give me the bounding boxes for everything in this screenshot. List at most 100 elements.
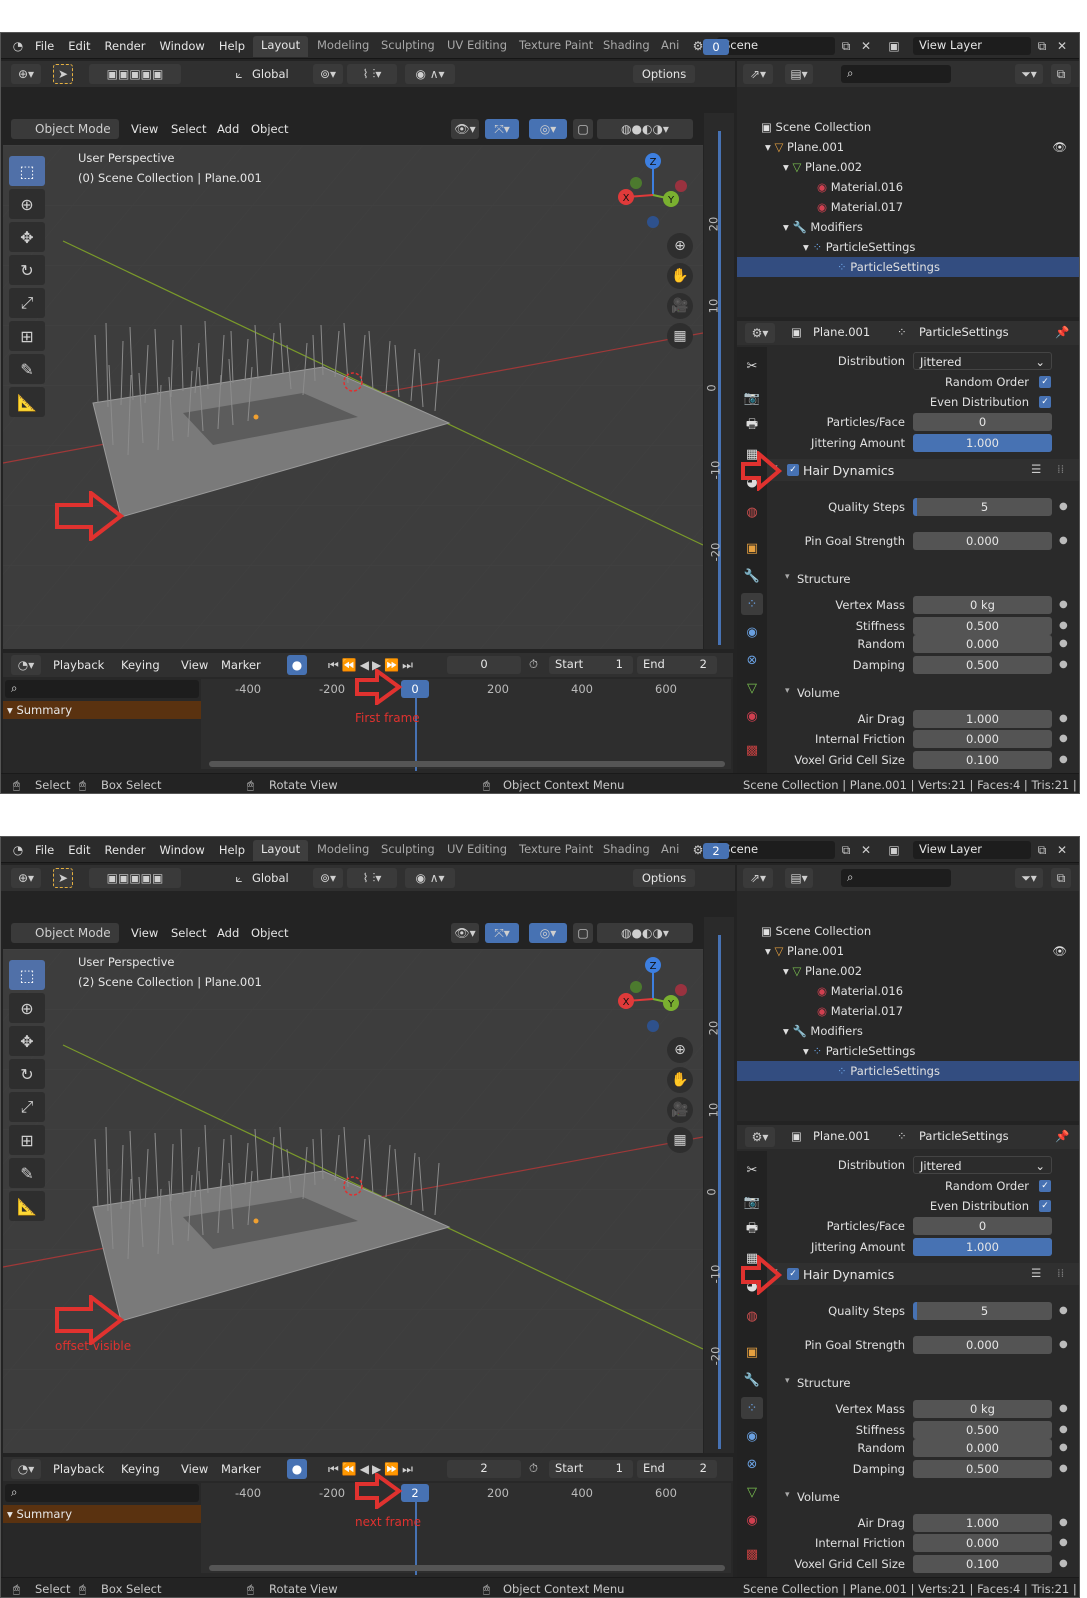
pivot-icon[interactable]: ⊚▾ (313, 868, 343, 888)
keying-menu[interactable]: Keying (121, 1462, 160, 1476)
stopwatch-icon[interactable]: ⏱ (529, 657, 538, 672)
playhead-frame-badge[interactable]: 0 (401, 680, 429, 698)
blender-logo-icon[interactable]: ◔ (9, 37, 27, 55)
3d-viewport[interactable]: Z X Y User Perspective (2) Scene Collect… (3, 949, 703, 1453)
menu-edit[interactable]: Edit (68, 843, 90, 857)
voxel-grid-field[interactable]: 0.100 (913, 1555, 1052, 1573)
panel-expand-icon[interactable]: ▾ (785, 686, 790, 696)
properties-particles-name[interactable]: ParticleSettings (919, 325, 1009, 339)
quality-steps-field[interactable]: 5 (913, 1302, 1052, 1320)
damping-field[interactable]: 0.500 (913, 1460, 1052, 1478)
menu-add[interactable]: Add (217, 926, 239, 940)
playhead-frame-badge[interactable]: 2 (401, 1484, 429, 1502)
new-collection-icon[interactable]: ⧉ (1051, 868, 1071, 888)
move-tool-icon[interactable]: ✥ (9, 222, 45, 252)
object-mode-dropdown[interactable]: Object Mode (11, 923, 119, 943)
3d-viewport[interactable]: Z X Y User Perspective (0) Scene Collect… (3, 145, 703, 649)
filter-icon[interactable]: ⏷▾ (1015, 64, 1043, 84)
overlay-icon[interactable]: ◎▾ (529, 923, 567, 943)
tab-sculpting[interactable]: Sculpting (373, 840, 443, 861)
editor-type-icon[interactable]: ⇗▾ (743, 64, 773, 84)
editor-type-icon[interactable]: ⇗▾ (743, 868, 773, 888)
stopwatch-icon[interactable]: ⏱ (529, 1461, 538, 1476)
even-distribution-checkbox[interactable]: ✓ (1039, 1200, 1051, 1212)
measure-tool-icon[interactable]: 📐 (9, 1191, 45, 1221)
drag-handle-icon[interactable]: ⁞⁞ (1057, 462, 1064, 476)
current-frame-field[interactable]: 0 (447, 656, 521, 674)
outliner-row-scene-collection[interactable]: ▣ Scene Collection (737, 117, 1079, 137)
ortho-grid-icon[interactable]: ▦ (667, 1127, 693, 1153)
snap-icon[interactable]: ⌇ ⫶▾ (347, 868, 397, 888)
editor-type-icon[interactable]: ⊕▾ (11, 868, 41, 888)
distribution-dropdown[interactable]: Jittered ⌄ (913, 1156, 1052, 1174)
gizmo-icon[interactable]: ⤧▾ (485, 119, 519, 139)
filter-icon[interactable]: ⏷▾ (1015, 868, 1043, 888)
editor-type-icon[interactable]: ◔▾ (11, 655, 41, 675)
pin-icon[interactable]: 📌 (1055, 325, 1069, 339)
data-tab-icon[interactable]: ▽ (741, 677, 763, 699)
summary-channel[interactable]: ▾ Summary (3, 701, 201, 719)
new-view-layer-icon[interactable]: ⧉ (1033, 37, 1051, 55)
eye-icon[interactable]: 👁 (1052, 137, 1067, 157)
display-mode-icon[interactable]: ▤▾ (785, 64, 813, 84)
structure-subpanel[interactable]: Structure (797, 1376, 851, 1390)
keyframe-dot-icon[interactable]: ● (1059, 1339, 1068, 1350)
gizmo-z-label[interactable]: Z (650, 157, 657, 168)
keyframe-dot-icon[interactable]: ● (1059, 599, 1068, 610)
transform-tool-icon[interactable]: ⊞ (9, 321, 45, 351)
keyframe-dot-icon[interactable]: ● (1059, 1442, 1068, 1453)
zoom-icon[interactable]: ⊕ (667, 1037, 693, 1063)
stiffness-field[interactable]: 0.500 (913, 617, 1052, 635)
quality-steps-field[interactable]: 5 (913, 498, 1052, 516)
marker-menu[interactable]: Marker (221, 658, 261, 672)
snap-icon[interactable]: ⌇ ⫶▾ (347, 64, 397, 84)
tab-shading[interactable]: Shading (595, 36, 658, 57)
rotate-tool-icon[interactable]: ↻ (9, 1059, 45, 1089)
outliner-search-input[interactable]: ⌕ (841, 869, 951, 887)
random-order-checkbox[interactable]: ✓ (1039, 376, 1051, 388)
display-mode-icon[interactable]: ▤▾ (785, 868, 813, 888)
vertex-mass-field[interactable]: 0 kg (913, 596, 1052, 614)
selection-mode-icons[interactable]: ▣▣▣▣▣ (89, 868, 181, 888)
tab-texture-paint[interactable]: Texture Paint (511, 840, 601, 861)
panel-expand-icon[interactable]: ▾ (785, 1376, 790, 1386)
menu-object[interactable]: Object (251, 122, 288, 136)
pan-hand-icon[interactable]: ✋ (667, 263, 693, 289)
move-tool-icon[interactable]: ✥ (9, 1026, 45, 1056)
tab-layout[interactable]: Layout (253, 36, 309, 57)
visibility-icon[interactable]: 👁▾ (451, 119, 479, 139)
transform-orientation-dropdown[interactable]: Global (252, 67, 289, 81)
proportional-edit-icon[interactable]: ◉ ∧▾ (405, 868, 455, 888)
drag-handle-icon[interactable]: ⁞⁞ (1057, 1266, 1064, 1280)
outliner-row-particle-settings[interactable]: ⁘ ParticleSettings (737, 257, 1079, 277)
outliner-search-input[interactable]: ⌕ (841, 65, 951, 83)
random-field[interactable]: 0.000 (913, 1439, 1052, 1457)
options-dropdown[interactable]: Options (633, 869, 695, 887)
editor-type-icon[interactable]: ⚙▾ (745, 1127, 775, 1147)
tab-sculpting[interactable]: Sculpting (373, 36, 443, 57)
editor-type-icon[interactable]: ⊕▾ (11, 64, 41, 84)
playback-menu[interactable]: Playback (53, 658, 104, 672)
outliner-row-material016[interactable]: ◉ Material.016 (737, 177, 1079, 197)
camera-icon[interactable]: 🎥 (667, 293, 693, 319)
end-frame-field[interactable]: End 2 (637, 1460, 717, 1478)
structure-subpanel[interactable]: Structure (797, 572, 851, 586)
tab-modeling[interactable]: Modeling (309, 36, 377, 57)
tab-modeling[interactable]: Modeling (309, 840, 377, 861)
presets-icon[interactable]: ☰ (1031, 462, 1041, 476)
end-frame-field[interactable]: End 2 (637, 656, 717, 674)
outliner-row-modifiers[interactable]: ▾ 🔧 Modifiers (737, 217, 1079, 237)
timeline-view-menu[interactable]: View (181, 1462, 208, 1476)
particles-face-field[interactable]: 0 (913, 413, 1052, 431)
select-tool-icon[interactable]: ➤ (53, 64, 73, 84)
editor-type-icon[interactable]: ⚙▾ (745, 323, 775, 343)
air-drag-field[interactable]: 1.000 (913, 710, 1052, 728)
cursor-tool-icon[interactable]: ⊕ (9, 189, 45, 219)
view-layer-field[interactable]: View Layer (913, 841, 1031, 859)
gizmo-z-label[interactable]: Z (650, 961, 657, 972)
air-drag-field[interactable]: 1.000 (913, 1514, 1052, 1532)
panel-expand-icon[interactable]: ▾ (785, 572, 790, 582)
keyframe-dot-icon[interactable]: ● (1059, 733, 1068, 744)
keying-menu[interactable]: Keying (121, 658, 160, 672)
gizmo-icon[interactable]: ⤧▾ (485, 923, 519, 943)
